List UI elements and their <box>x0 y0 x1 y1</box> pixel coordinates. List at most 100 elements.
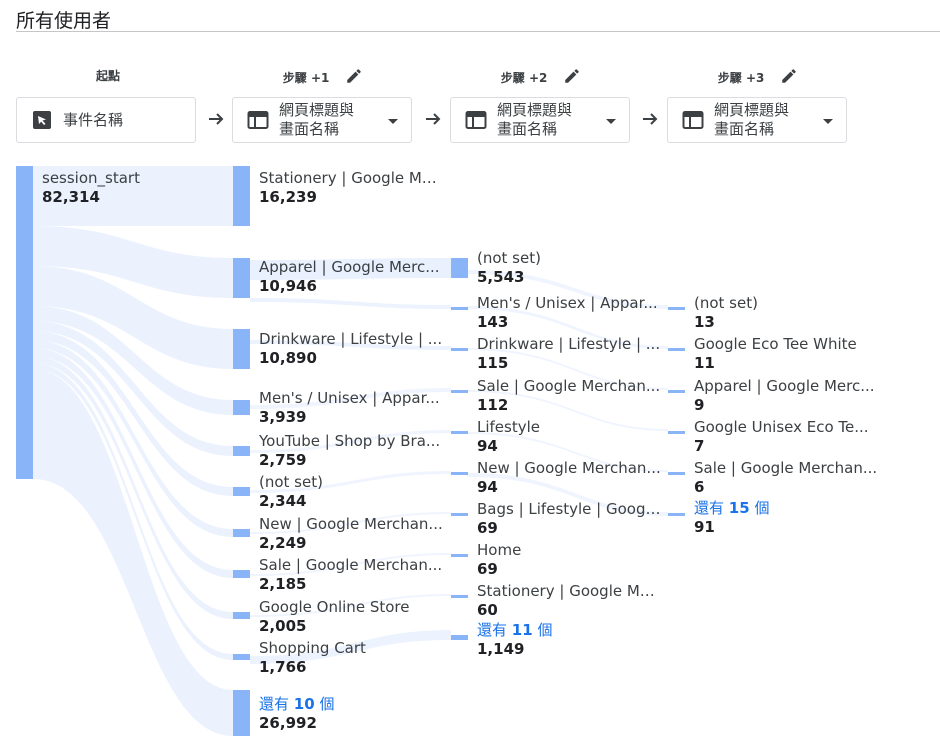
node-item[interactable]: Apparel | Google Merc... 9 <box>694 377 879 415</box>
more-count: 11 <box>511 621 533 639</box>
node-item[interactable]: Drinkware | Lifestyle | ... 10,890 <box>259 330 444 368</box>
node-value: 7 <box>694 437 705 455</box>
node-bar[interactable] <box>668 431 685 434</box>
node-bar[interactable] <box>668 348 685 351</box>
node-item[interactable]: Sale | Google Merchan... 2,185 <box>259 556 444 594</box>
node-label: (not set) <box>259 473 323 491</box>
more-nodes-item[interactable]: 還有 11 個 1,149 <box>477 621 662 659</box>
node-item[interactable]: New | Google Merchan... 94 <box>477 459 662 497</box>
node-item[interactable]: Home 69 <box>477 541 662 579</box>
node-label: Drinkware | Lifestyle | ... <box>259 330 443 348</box>
node-bar[interactable] <box>451 390 468 393</box>
node-item[interactable]: (not set) 13 <box>694 294 879 332</box>
node-item[interactable]: Men's / Unisex | Appar... 3,939 <box>259 389 444 427</box>
node-label: Stationery | Google Me... <box>259 169 444 187</box>
node-label: New | Google Merchan... <box>477 459 661 477</box>
node-bar[interactable] <box>233 400 250 415</box>
node-item[interactable]: Drinkware | Lifestyle | ... 115 <box>477 335 662 373</box>
node-bar[interactable] <box>668 307 685 310</box>
node-value: 16,239 <box>259 188 317 206</box>
node-bar[interactable] <box>233 570 250 578</box>
node-bar[interactable] <box>233 612 250 619</box>
node-value: 10,890 <box>259 349 317 367</box>
node-value: 2,185 <box>259 575 307 593</box>
node-bar[interactable] <box>233 258 250 298</box>
node-value: 10,946 <box>259 277 317 295</box>
node-session-start[interactable]: session_start 82,314 <box>42 169 222 207</box>
node-value: 115 <box>477 354 509 372</box>
node-bar[interactable] <box>233 487 250 496</box>
node-label: Sale | Google Merchan... <box>694 459 878 477</box>
node-item[interactable]: Lifestyle 94 <box>477 418 662 456</box>
node-item[interactable]: (not set) 2,344 <box>259 473 444 511</box>
node-bar[interactable] <box>233 166 250 226</box>
node-bar-more[interactable] <box>451 635 468 640</box>
node-bar[interactable] <box>451 258 468 278</box>
node-bar[interactable] <box>233 446 250 456</box>
node-bar[interactable] <box>451 431 468 434</box>
node-bar[interactable] <box>451 472 468 475</box>
node-value: 112 <box>477 396 509 414</box>
more-suffix: 個 <box>754 499 770 517</box>
node-item[interactable]: New | Google Merchan... 2,249 <box>259 515 444 553</box>
node-item[interactable]: Sale | Google Merchan... 6 <box>694 459 879 497</box>
node-value: 60 <box>477 601 498 619</box>
node-bar[interactable] <box>233 654 250 660</box>
node-item[interactable]: Stationery | Google Me... 60 <box>477 582 662 620</box>
node-item[interactable]: Men's / Unisex | Appar... 143 <box>477 294 662 332</box>
node-label: (not set) <box>694 294 758 312</box>
node-value: 2,344 <box>259 492 307 510</box>
node-bar[interactable] <box>233 529 250 537</box>
node-bar-more[interactable] <box>668 513 685 516</box>
node-label: Home <box>477 541 522 559</box>
node-bar[interactable] <box>451 307 468 310</box>
node-bar[interactable] <box>451 595 468 598</box>
node-label: Apparel | Google Merc... <box>694 377 875 395</box>
node-label: Bags | Lifestyle | Googl... <box>477 500 662 518</box>
more-count: 15 <box>728 499 750 517</box>
node-value: 13 <box>694 313 715 331</box>
node-value: 26,992 <box>259 714 317 732</box>
node-value: 69 <box>477 519 498 537</box>
node-item[interactable]: Stationery | Google Me... 16,239 <box>259 169 444 207</box>
node-value: 91 <box>694 518 715 536</box>
node-bar[interactable] <box>451 348 468 351</box>
node-item[interactable]: Google Eco Tee White 11 <box>694 335 879 373</box>
node-item[interactable]: Apparel | Google Merc... 10,946 <box>259 258 444 296</box>
node-item[interactable]: Bags | Lifestyle | Googl... 69 <box>477 500 662 538</box>
node-label: Sale | Google Merchan... <box>259 556 443 574</box>
node-item[interactable]: Google Unisex Eco Te... 7 <box>694 418 879 456</box>
node-label: YouTube | Shop by Bra... <box>259 432 441 450</box>
node-value: 5,543 <box>477 268 525 286</box>
node-item[interactable]: Google Online Store 2,005 <box>259 598 444 636</box>
node-item[interactable]: Shopping Cart 1,766 <box>259 639 444 677</box>
node-bar[interactable] <box>451 554 468 557</box>
node-bar[interactable] <box>451 513 468 516</box>
more-suffix: 個 <box>319 695 335 713</box>
node-item[interactable]: YouTube | Shop by Bra... 2,759 <box>259 432 444 470</box>
node-item[interactable]: (not set) 5,543 <box>477 249 662 287</box>
node-label: (not set) <box>477 249 541 267</box>
more-nodes-link[interactable]: 還有 10 個 <box>259 695 444 714</box>
node-value: 1,766 <box>259 658 307 676</box>
node-bar[interactable] <box>233 329 250 369</box>
more-nodes-link[interactable]: 還有 11 個 <box>477 621 662 640</box>
node-label: Google Online Store <box>259 598 410 616</box>
node-label: Drinkware | Lifestyle | ... <box>477 335 661 353</box>
node-value: 2,005 <box>259 617 307 635</box>
more-nodes-item[interactable]: 還有 10 個 26,992 <box>259 695 444 733</box>
node-label: Men's / Unisex | Appar... <box>477 294 658 312</box>
more-nodes-item[interactable]: 還有 15 個 91 <box>694 499 879 537</box>
node-item[interactable]: Sale | Google Merchan... 112 <box>477 377 662 415</box>
node-label: Sale | Google Merchan... <box>477 377 661 395</box>
node-bar-more[interactable] <box>233 690 250 736</box>
node-label: Stationery | Google Me... <box>477 582 662 600</box>
node-bar[interactable] <box>668 390 685 393</box>
node-label: Google Eco Tee White <box>694 335 857 353</box>
node-bar[interactable] <box>668 472 685 475</box>
node-value: 6 <box>694 478 705 496</box>
node-bar-session-start[interactable] <box>16 166 33 479</box>
node-value: 1,149 <box>477 640 525 658</box>
node-value: 9 <box>694 396 705 414</box>
more-nodes-link[interactable]: 還有 15 個 <box>694 499 879 518</box>
